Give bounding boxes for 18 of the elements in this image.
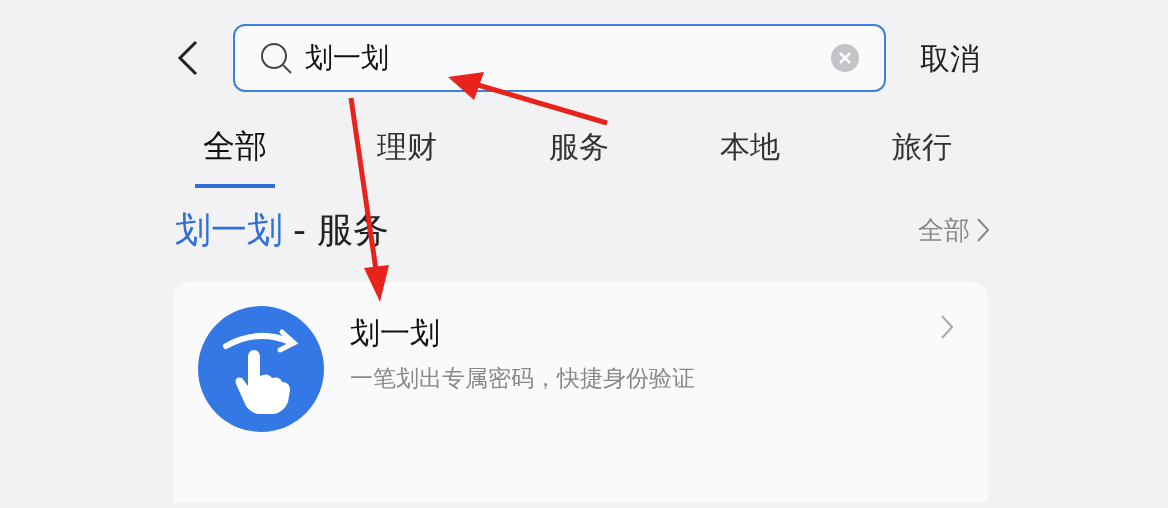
- back-icon[interactable]: [176, 40, 200, 76]
- search-field[interactable]: 划一划: [233, 24, 886, 92]
- highlighted-keyword: 划一划: [175, 208, 283, 252]
- chevron-right-icon[interactable]: [976, 217, 990, 243]
- tab[interactable]: 本地: [710, 118, 791, 187]
- result-card[interactable]: 划一划 一笔划出专属密码，快捷身份验证: [173, 282, 988, 502]
- tab[interactable]: 服务: [538, 118, 619, 187]
- search-input[interactable]: 划一划: [305, 37, 830, 79]
- tab[interactable]: 全部: [195, 118, 275, 188]
- clear-icon[interactable]: [830, 43, 860, 73]
- cancel-button[interactable]: 取消: [920, 35, 980, 81]
- tab[interactable]: 理财: [366, 118, 447, 187]
- result-title: 划一划: [350, 314, 441, 352]
- chevron-right-icon[interactable]: [940, 314, 954, 340]
- result-description: 一笔划出专属密码，快捷身份验证: [350, 364, 696, 393]
- search-icon: [259, 41, 293, 75]
- tab[interactable]: 旅行: [882, 118, 962, 187]
- swipe-hand-icon: [198, 306, 324, 432]
